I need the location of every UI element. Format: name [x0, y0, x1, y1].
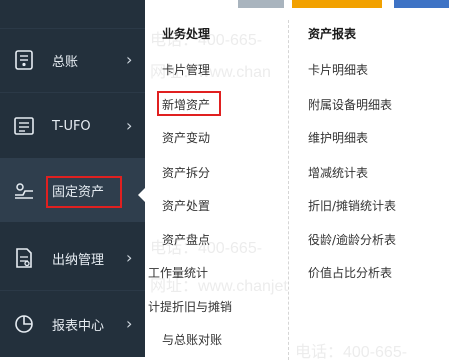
cashier-doc-icon: [12, 246, 36, 270]
chevron-right-icon: ›: [126, 116, 133, 135]
menu-item-maintenance-detail[interactable]: 维护明细表: [308, 129, 368, 146]
sidebar-item-label: 出纳管理: [52, 252, 105, 268]
menu-item-value-share[interactable]: 价值占比分析表: [308, 264, 392, 281]
top-thumbnail: [238, 0, 284, 8]
menu-item-change-stats[interactable]: 增减统计表: [308, 164, 368, 181]
nav-divider: [0, 92, 145, 93]
menu-item-workload-stats[interactable]: 工作量统计: [148, 264, 208, 281]
chevron-right-icon: ›: [126, 50, 133, 69]
watermark: 电话：400-665-: [295, 344, 408, 361]
highlight-box: [46, 176, 122, 208]
menu-item-depreciation-stats[interactable]: 折旧/摊销统计表: [308, 197, 396, 214]
column-divider: [288, 20, 289, 360]
report-sheet-icon: [12, 114, 36, 138]
menu-item-asset-split[interactable]: 资产拆分: [162, 164, 210, 181]
sidebar-item-t-ufo[interactable]: T-UFO ›: [0, 94, 145, 158]
sidebar-item-report-center[interactable]: 报表中心 ›: [0, 292, 145, 356]
menu-item-asset-disposal[interactable]: 资产处置: [162, 197, 210, 214]
top-thumbnail: [394, 0, 449, 8]
menu-item-depreciation[interactable]: 计提折旧与摊销: [148, 298, 232, 315]
sidebar-nav: 总账 › T-UFO › 固定资产 出纳管理 › 报表中心 ›: [0, 0, 145, 357]
sidebar-item-cashier[interactable]: 出纳管理 ›: [0, 226, 145, 290]
menu-item-age-analysis[interactable]: 役龄/逾龄分析表: [308, 231, 396, 248]
menu-item-card-detail[interactable]: 卡片明细表: [308, 61, 368, 78]
menu-item-accessory-detail[interactable]: 附属设备明细表: [308, 96, 392, 113]
section-title-business: 业务处理: [162, 27, 211, 41]
sidebar-item-label: 报表中心: [52, 318, 105, 334]
nav-divider: [0, 290, 145, 291]
fixed-asset-icon: [12, 178, 36, 202]
menu-item-asset-inventory[interactable]: 资产盘点: [162, 231, 210, 248]
chevron-right-icon: ›: [126, 248, 133, 267]
fixed-asset-submenu: 电话：400-665- 网址：www.chan 电话：400-665- 网址：w…: [145, 8, 449, 361]
menu-item-asset-change[interactable]: 资产变动: [162, 129, 210, 146]
sidebar-item-label: T-UFO: [52, 118, 91, 134]
chevron-right-icon: ›: [126, 314, 133, 333]
pie-chart-icon: [12, 312, 36, 336]
sidebar-item-label: 总账: [52, 54, 79, 70]
menu-item-ledger-reconcile[interactable]: 与总账对账: [162, 331, 222, 348]
section-title-reports: 资产报表: [308, 27, 357, 41]
ledger-icon: [12, 48, 36, 72]
sidebar-item-general-ledger[interactable]: 总账 ›: [0, 28, 145, 92]
menu-item-card-management[interactable]: 卡片管理: [162, 61, 210, 78]
highlight-box: [157, 91, 221, 116]
top-thumbnail: [292, 0, 382, 8]
